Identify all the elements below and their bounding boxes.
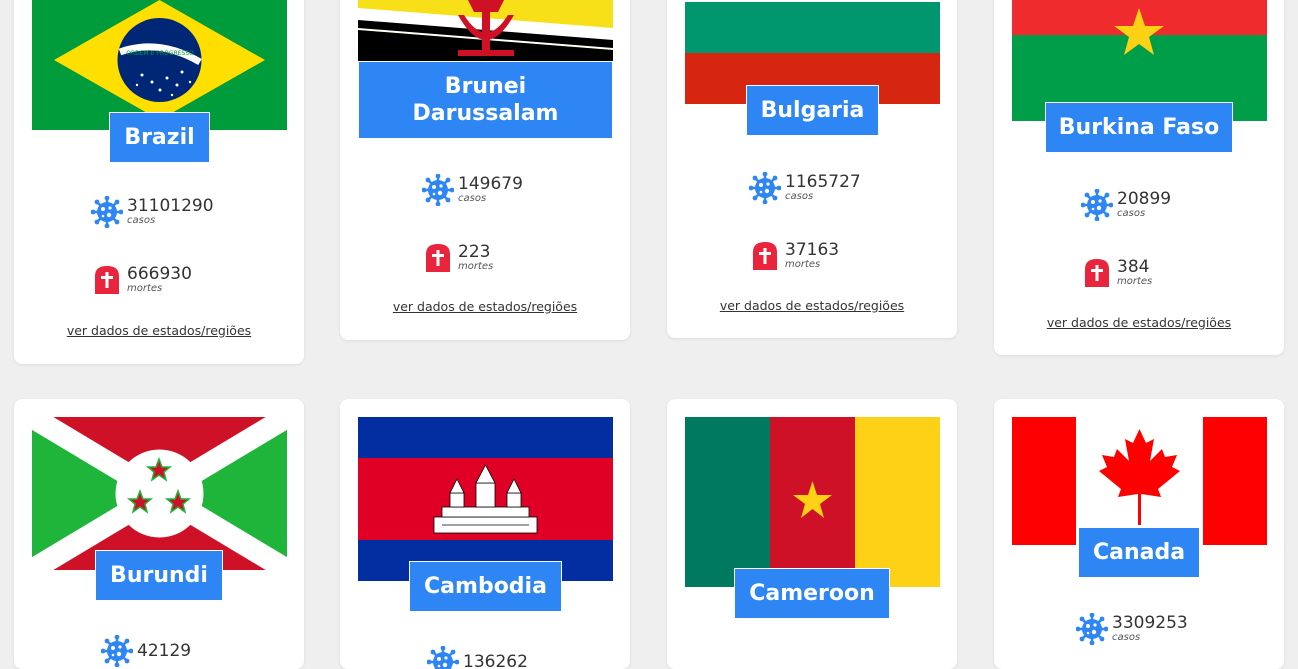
cases-stat: 3309253 casos <box>994 613 1284 645</box>
view-regions-link[interactable]: ver dados de estados/regiões <box>14 323 304 338</box>
virus-icon <box>101 635 133 667</box>
virus-icon <box>422 174 454 206</box>
country-name: Cameroon <box>734 568 890 619</box>
cases-count: 149679 <box>458 174 523 194</box>
country-name: Brazil <box>109 112 210 163</box>
cases-label: casos <box>127 215 156 226</box>
cases-stat: 136262 <box>340 646 630 669</box>
deaths-count: 384 <box>1117 257 1150 277</box>
cases-count: 136262 <box>463 652 528 669</box>
flag-cambodia <box>358 417 613 581</box>
deaths-label: mortes <box>127 283 163 294</box>
deaths-count: 223 <box>458 242 491 262</box>
deaths-stat: 223 mortes <box>340 242 630 274</box>
cases-count: 42129 <box>137 641 192 661</box>
cases-count: 3309253 <box>1112 613 1188 633</box>
deaths-stat: 384 mortes <box>994 257 1284 289</box>
cases-stat: 149679 casos <box>340 174 630 206</box>
country-name: Cambodia <box>409 561 562 612</box>
tombstone-icon <box>753 242 777 270</box>
tombstone-icon <box>1085 259 1109 287</box>
deaths-count: 666930 <box>127 264 192 284</box>
deaths-stat: 37163 mortes <box>667 240 957 272</box>
view-regions-link[interactable]: ver dados de estados/regiões <box>340 299 630 314</box>
cases-count: 31101290 <box>127 196 214 216</box>
flag-cameroon <box>685 417 940 587</box>
cases-stat: 20899 casos <box>994 189 1284 221</box>
country-name: Bulgaria <box>746 85 879 136</box>
cases-label: casos <box>1112 632 1141 643</box>
flag-brazil: ORDEM E PROGRESSO <box>32 0 287 130</box>
flag-brunei <box>358 0 613 61</box>
cases-stat: 42129 <box>14 635 304 667</box>
virus-icon <box>427 646 459 669</box>
deaths-stat: 666930 mortes <box>14 264 304 296</box>
deaths-label: mortes <box>458 261 494 272</box>
country-card-burkina-faso: Burkina Faso 20899 casos 384 mortes ver da… <box>994 0 1284 355</box>
cases-stat: 1165727 casos <box>667 172 957 204</box>
country-card-canada: Canada 3309253 casos <box>994 399 1284 669</box>
country-name: Burkina Faso <box>1045 102 1233 153</box>
flag-canada <box>1012 417 1267 545</box>
country-card-brazil: ORDEM E PROGRESSO Brazil 31101290 casos 6… <box>14 0 304 364</box>
country-card-cameroon: Cameroon <box>667 399 957 669</box>
flag-burundi <box>32 417 287 570</box>
cases-count: 1165727 <box>785 172 861 192</box>
virus-icon <box>1081 189 1113 221</box>
country-name: Canada <box>1078 527 1200 578</box>
view-regions-link[interactable]: ver dados de estados/regiões <box>994 315 1284 330</box>
tombstone-icon <box>426 244 450 272</box>
deaths-label: mortes <box>1117 276 1153 287</box>
cases-stat: 31101290 casos <box>14 196 304 228</box>
country-card-cambodia: Cambodia 136262 <box>340 399 630 669</box>
deaths-count: 37163 <box>785 240 840 260</box>
cases-count: 20899 <box>1117 189 1172 209</box>
country-card-brunei: Brunei Darussalam 149679 casos 223 mortes … <box>340 0 630 340</box>
cases-label: casos <box>785 191 814 202</box>
cases-label: casos <box>458 193 487 204</box>
country-name: Burundi <box>95 550 223 601</box>
brazil-motto: ORDEM E PROGRESSO <box>126 50 194 57</box>
cases-label: casos <box>1117 208 1146 219</box>
deaths-label: mortes <box>785 259 821 270</box>
virus-icon <box>749 172 781 204</box>
tombstone-icon <box>95 266 119 294</box>
view-regions-link[interactable]: ver dados de estados/regiões <box>667 298 957 313</box>
country-card-bulgaria: Bulgaria 1165727 casos 37163 mortes ver da… <box>667 0 957 338</box>
virus-icon <box>1076 613 1108 645</box>
country-card-burundi: Burundi 42129 <box>14 399 304 669</box>
virus-icon <box>91 196 123 228</box>
country-name: Brunei Darussalam <box>358 61 613 139</box>
